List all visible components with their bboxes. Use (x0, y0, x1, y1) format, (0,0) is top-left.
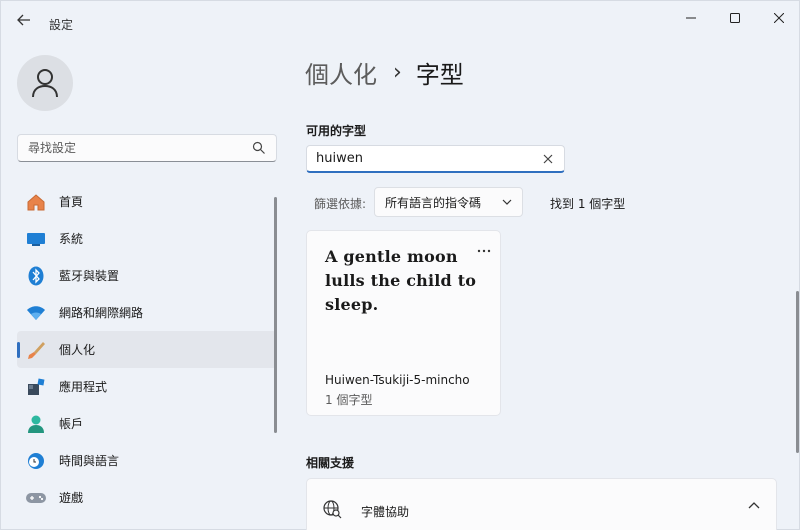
brush-icon (25, 339, 47, 361)
minimize-button[interactable] (669, 5, 713, 31)
maximize-icon (730, 13, 740, 23)
more-options-button[interactable] (474, 243, 494, 259)
sidebar-item-time-language[interactable]: 時間與語言 (17, 442, 277, 479)
sidebar-item-label: 時間與語言 (59, 454, 120, 468)
active-indicator (17, 342, 20, 358)
close-icon (774, 13, 784, 23)
sidebar-item-personalization[interactable]: 個人化 (17, 331, 277, 368)
gamepad-icon (25, 487, 47, 509)
maximize-button[interactable] (713, 5, 757, 31)
filter-label: 篩選依據: (314, 197, 367, 211)
filter-selected-value: 所有語言的指令碼 (385, 195, 482, 210)
breadcrumb-separator: › (393, 60, 402, 85)
sidebar-item-system[interactable]: 系統 (17, 220, 277, 257)
minimize-icon (686, 17, 696, 19)
monitor-icon (25, 228, 47, 250)
font-face-count: 1 個字型 (325, 393, 373, 407)
chevron-down-icon (502, 199, 512, 205)
available-fonts-heading: 可用的字型 (306, 124, 367, 138)
sidebar-item-network[interactable]: 網路和網際網路 (17, 294, 277, 331)
settings-search-box[interactable] (17, 134, 277, 162)
chevron-up-icon[interactable] (748, 501, 760, 511)
font-search-box[interactable] (306, 145, 565, 173)
sidebar-item-label: 藍牙與裝置 (59, 269, 120, 283)
font-search-input[interactable] (316, 151, 536, 166)
search-icon (252, 141, 265, 154)
sidebar-item-label: 網路和網際網路 (59, 306, 144, 320)
home-icon (25, 191, 47, 213)
sidebar-item-bluetooth[interactable]: 藍牙與裝置 (17, 257, 277, 294)
related-support-label: 字體協助 (361, 505, 410, 519)
sidebar-item-label: 系統 (59, 232, 84, 246)
sidebar-item-home[interactable]: 首頁 (17, 183, 277, 220)
sidebar-item-apps[interactable]: 應用程式 (17, 368, 277, 405)
bluetooth-icon (25, 265, 47, 287)
page-title: 字型 (415, 61, 464, 89)
sidebar-item-accounts[interactable]: 帳戶 (17, 405, 277, 442)
settings-search-input[interactable] (28, 141, 238, 155)
font-preview-text: A gentle moon lulls the child to sleep. (325, 247, 477, 314)
back-button[interactable] (11, 9, 37, 31)
settings-window: 設定 首頁 (0, 0, 800, 530)
related-support-heading: 相關支援 (306, 456, 355, 470)
sidebar-item-label: 首頁 (59, 195, 84, 209)
app-title: 設定 (49, 18, 74, 32)
main-scrollbar[interactable] (796, 291, 799, 453)
sidebar-item-gaming[interactable]: 遊戲 (17, 479, 277, 516)
apps-icon (25, 376, 47, 398)
related-support-item[interactable]: 字體協助 (306, 478, 777, 530)
breadcrumb-parent[interactable]: 個人化 (305, 55, 377, 90)
sidebar-scrollbar[interactable] (274, 197, 277, 433)
globe-search-icon (323, 500, 342, 519)
sidebar-item-label: 應用程式 (59, 380, 108, 394)
title-bar: 設定 (1, 1, 800, 37)
avatar[interactable] (17, 55, 73, 111)
found-count: 找到 1 個字型 (550, 197, 626, 211)
sidebar-nav: 首頁 系統 藍牙與裝置 網路和網際網路 個人化 應用程式 帳戶 時間與語言 遊戲 (17, 183, 277, 516)
font-card[interactable]: A gentle moon lulls the child to sleep. … (306, 230, 501, 416)
more-icon (477, 249, 491, 253)
filter-dropdown[interactable]: 所有語言的指令碼 (374, 187, 523, 217)
clock-globe-icon (25, 450, 47, 472)
account-icon (25, 413, 47, 435)
wifi-icon (25, 302, 47, 324)
font-name: Huiwen-Tsukiji-5-mincho (325, 373, 470, 387)
user-icon (32, 69, 58, 98)
close-button[interactable] (757, 5, 800, 31)
sidebar-item-label: 遊戲 (59, 491, 84, 505)
clear-icon[interactable] (541, 152, 555, 166)
sidebar-item-label: 帳戶 (59, 417, 84, 431)
back-arrow-icon (17, 14, 30, 26)
sidebar-item-label: 個人化 (59, 343, 96, 357)
breadcrumb: 個人化 › 字型 (305, 55, 464, 90)
